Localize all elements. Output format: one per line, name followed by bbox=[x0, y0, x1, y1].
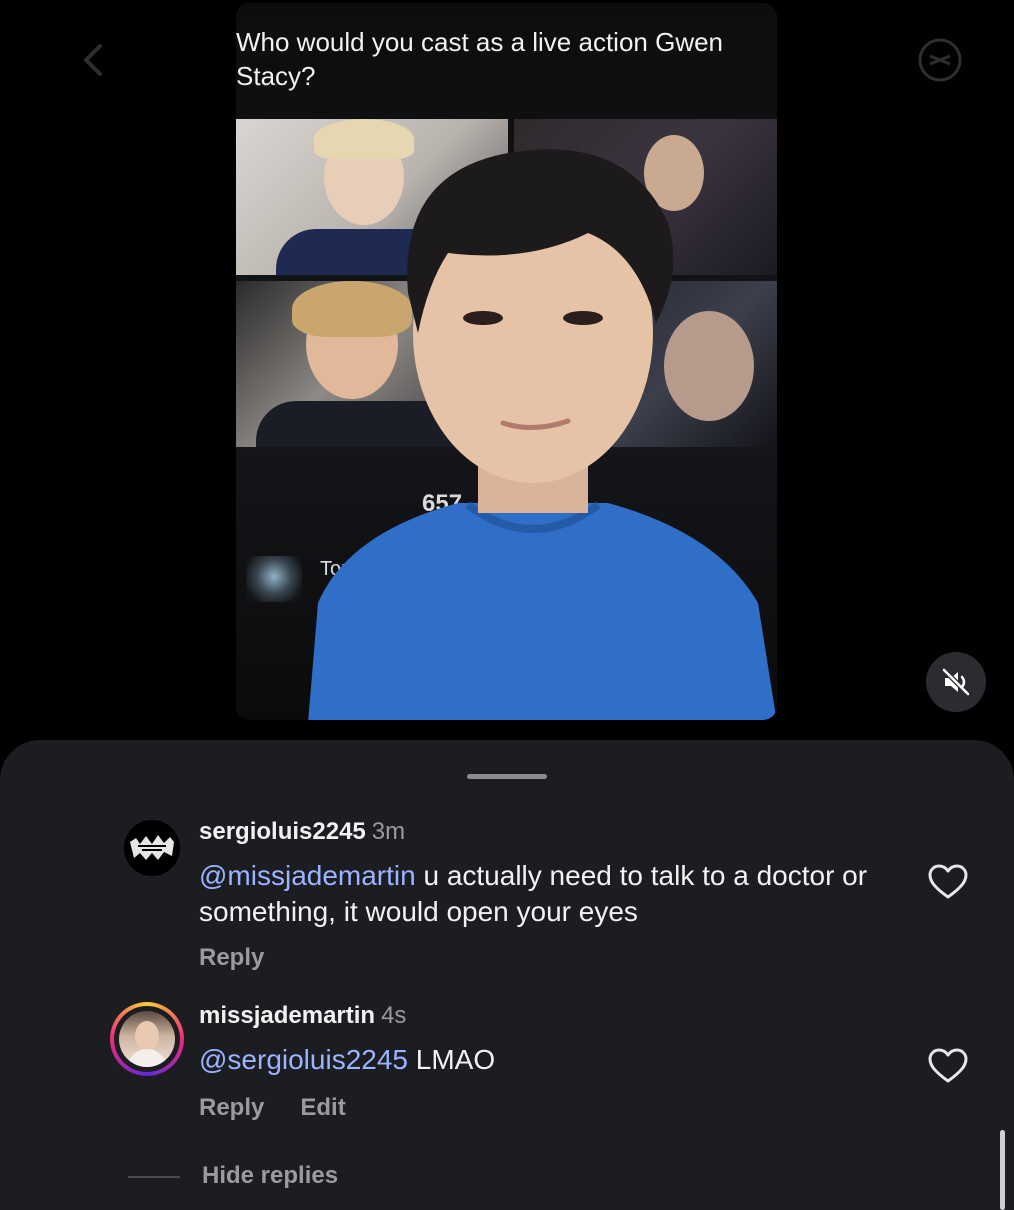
reply-button[interactable]: Reply bbox=[199, 944, 264, 971]
heart-outline-icon[interactable] bbox=[928, 1048, 968, 1084]
comment-mention[interactable]: @missjademartin bbox=[199, 860, 416, 891]
heart-outline-icon[interactable] bbox=[928, 864, 968, 900]
reply-button[interactable]: Reply bbox=[199, 1094, 264, 1121]
video-question-text: Who would you cast as a live action Gwen… bbox=[236, 27, 724, 91]
hide-replies-button[interactable]: Hide replies bbox=[202, 1162, 338, 1190]
story-ring[interactable] bbox=[110, 1002, 184, 1076]
hide-replies-divider bbox=[128, 1176, 180, 1178]
comment-time: 4s bbox=[381, 1002, 407, 1029]
comment-actions: Reply Edit bbox=[199, 1094, 382, 1122]
comment-mention[interactable]: @sergioluis2245 bbox=[199, 1044, 408, 1075]
reel-viewer: Who would you cast as a live action Gwen… bbox=[0, 0, 1014, 745]
chevron-left-icon[interactable] bbox=[74, 40, 114, 80]
sheet-drag-handle[interactable] bbox=[467, 774, 547, 779]
avatar[interactable] bbox=[124, 820, 180, 876]
comments-sheet: sergioluis2245 3m @missjademartin u actua… bbox=[0, 740, 1014, 1210]
mute-button[interactable] bbox=[926, 652, 986, 712]
avatar bbox=[119, 1011, 175, 1067]
comment-header: missjademartin 4s bbox=[199, 1002, 406, 1030]
creator-overlay bbox=[308, 149, 777, 720]
comment-text: @missjademartin u actually need to talk … bbox=[199, 858, 899, 930]
comment-actions: Reply bbox=[199, 944, 300, 972]
video-player[interactable]: Who would you cast as a live action Gwen… bbox=[236, 3, 777, 720]
edit-button[interactable]: Edit bbox=[300, 1094, 345, 1121]
comment-text: @sergioluis2245 LMAO bbox=[199, 1042, 899, 1078]
comment-username[interactable]: sergioluis2245 bbox=[199, 818, 366, 845]
metal-logo-avatar-icon bbox=[124, 820, 180, 876]
comment-time: 3m bbox=[371, 818, 406, 845]
scrollbar[interactable] bbox=[1000, 1130, 1005, 1210]
share-icon[interactable] bbox=[914, 34, 966, 86]
comment-header: sergioluis2245 3m bbox=[199, 818, 405, 846]
speaker-muted-icon bbox=[942, 668, 970, 696]
avatar-ring-gap bbox=[114, 1006, 180, 1072]
comment-username[interactable]: missjademartin bbox=[199, 1002, 375, 1029]
comment-body: LMAO bbox=[408, 1044, 496, 1075]
